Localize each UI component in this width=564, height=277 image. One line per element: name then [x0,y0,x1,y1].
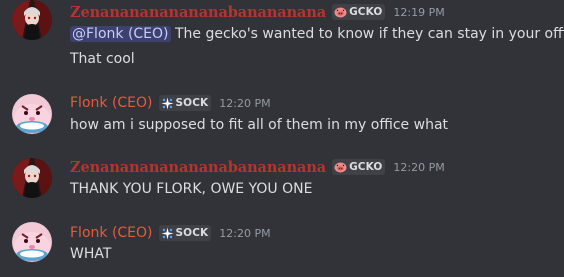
sparkle-icon [161,227,174,239]
avatar-flonk[interactable] [12,222,52,262]
message-group: Zenananananananabanananana GCKO 12:20 PM… [0,156,564,202]
timestamp: 12:20 PM [219,226,271,240]
message-header: Zenananananananabanananana GCKO 12:20 PM [70,157,445,177]
message-text: how am i supposed to fit all of them in … [70,117,449,133]
pig-face-icon [334,162,347,172]
message-text: WHAT [70,246,112,262]
message-group: Flonk (CEO) SOCK 12:20 PM WHAT [0,220,564,277]
message-header: Flonk (CEO) SOCK 12:20 PM [70,223,271,243]
avatar-zen[interactable] [12,158,52,198]
message-header: Zenananananananabanananana GCKO 12:19 PM [70,2,445,22]
guild-tag[interactable]: SOCK [158,225,212,241]
guild-tag-label: SOCK [175,97,209,109]
message-text: That cool [70,51,135,67]
username[interactable]: Flonk (CEO) [70,225,153,241]
guild-tag[interactable]: SOCK [158,95,212,111]
message-group: Flonk (CEO) SOCK 12:20 PM how am i suppo… [0,92,564,138]
username[interactable]: Zenananananananabanananana [70,159,326,176]
message-text: @Flonk (CEO) The gecko's wanted to know … [70,24,564,44]
avatar-zen[interactable] [12,0,52,40]
guild-tag-label: GCKO [349,161,383,173]
message-text-body: The gecko's wanted to know if they can s… [170,26,564,42]
timestamp: 12:20 PM [219,96,271,110]
pig-face-icon [334,7,347,17]
message-text: THANK YOU FLORK, OWE YOU ONE [70,181,313,197]
avatar-flonk[interactable] [12,94,52,134]
guild-tag-label: SOCK [175,227,209,239]
username[interactable]: Zenananananananabanananana [70,4,326,21]
user-mention[interactable]: @Flonk (CEO) [70,26,171,42]
message-header: Flonk (CEO) SOCK 12:20 PM [70,93,271,113]
timestamp: 12:19 PM [393,5,445,19]
timestamp: 12:20 PM [393,160,445,174]
chat-log: Zenananananananabanananana GCKO 12:19 PM… [0,0,564,277]
guild-tag[interactable]: GCKO [332,4,386,20]
guild-tag[interactable]: GCKO [332,159,386,175]
sparkle-icon [161,97,174,109]
username[interactable]: Flonk (CEO) [70,95,153,111]
message-group: Zenananananananabanananana GCKO 12:19 PM… [0,0,564,72]
guild-tag-label: GCKO [349,6,383,18]
